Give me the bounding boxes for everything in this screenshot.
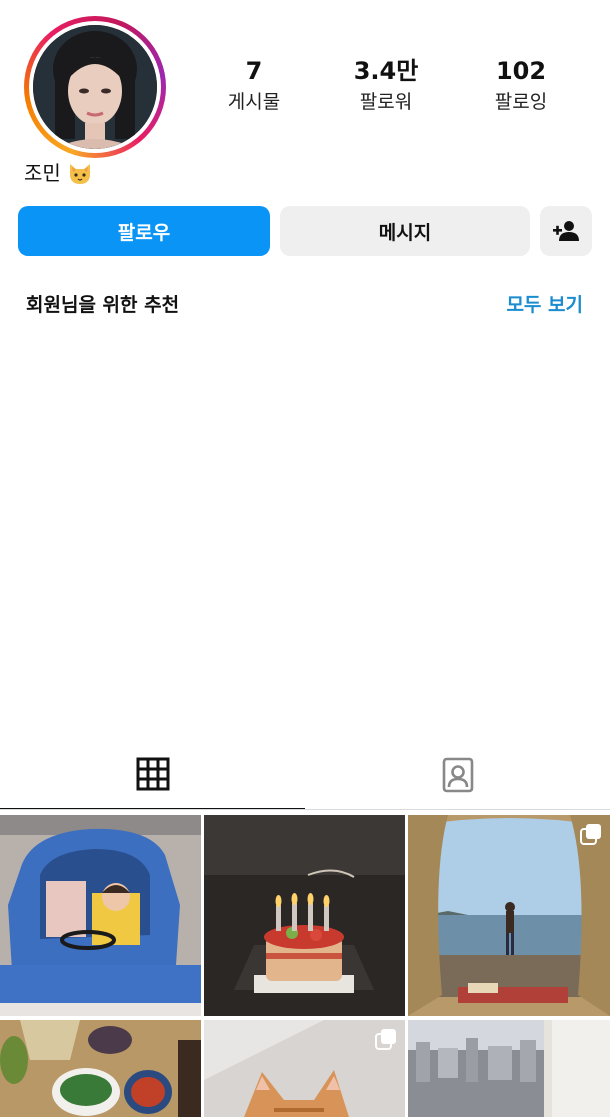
profile-name: 조민 bbox=[24, 158, 93, 188]
post-image-child-toy-car bbox=[0, 815, 201, 1016]
posts-count-label: 게시물 bbox=[227, 91, 281, 113]
followers-count-value: 3.4만 bbox=[353, 57, 419, 85]
see-all-link[interactable]: 모두 보기 bbox=[506, 290, 583, 320]
avatar[interactable] bbox=[33, 25, 157, 149]
followers-count-label: 팔로워 bbox=[359, 91, 413, 113]
followers-count[interactable]: 3.4만 팔로워 bbox=[331, 54, 441, 116]
post-thumbnail[interactable] bbox=[204, 1020, 405, 1117]
post-image-city-view bbox=[408, 1020, 610, 1117]
post-thumbnail[interactable] bbox=[408, 815, 610, 1016]
posts-count-value: 7 bbox=[245, 57, 263, 85]
person-add-icon bbox=[553, 221, 579, 241]
post-thumbnail[interactable] bbox=[0, 815, 201, 1016]
cat-face-icon bbox=[69, 164, 90, 184]
follow-button[interactable]: 팔로우 bbox=[18, 206, 270, 256]
posts-count[interactable]: 7 게시물 bbox=[199, 54, 309, 116]
recommendations-title: 회원님을 위한 추천 bbox=[26, 294, 180, 316]
post-image-birthday-cake bbox=[204, 815, 405, 1016]
tab-tagged[interactable] bbox=[305, 740, 610, 810]
grid-icon bbox=[136, 757, 169, 791]
tagged-person-icon bbox=[442, 757, 473, 793]
following-count-value: 102 bbox=[495, 57, 547, 85]
post-thumbnail[interactable] bbox=[204, 815, 405, 1016]
tabs-divider bbox=[0, 809, 610, 810]
post-thumbnail[interactable] bbox=[408, 1020, 610, 1117]
post-image-beach-tent bbox=[408, 815, 610, 1016]
post-thumbnail[interactable] bbox=[0, 1020, 201, 1117]
profile-avatar-story-ring[interactable] bbox=[24, 16, 166, 158]
avatar-image bbox=[33, 25, 157, 149]
following-count-label: 팔로잉 bbox=[494, 91, 548, 113]
post-image-food-dishes bbox=[0, 1020, 201, 1117]
multiple-photos-icon bbox=[580, 824, 601, 845]
profile-name-text: 조민 bbox=[24, 161, 61, 185]
tab-posts-grid[interactable] bbox=[0, 740, 305, 810]
following-count[interactable]: 102 팔로잉 bbox=[466, 54, 576, 116]
suggest-user-button[interactable] bbox=[540, 206, 592, 256]
message-button[interactable]: 메시지 bbox=[280, 206, 530, 256]
multiple-photos-icon bbox=[375, 1029, 396, 1050]
avatar-border bbox=[29, 21, 161, 153]
